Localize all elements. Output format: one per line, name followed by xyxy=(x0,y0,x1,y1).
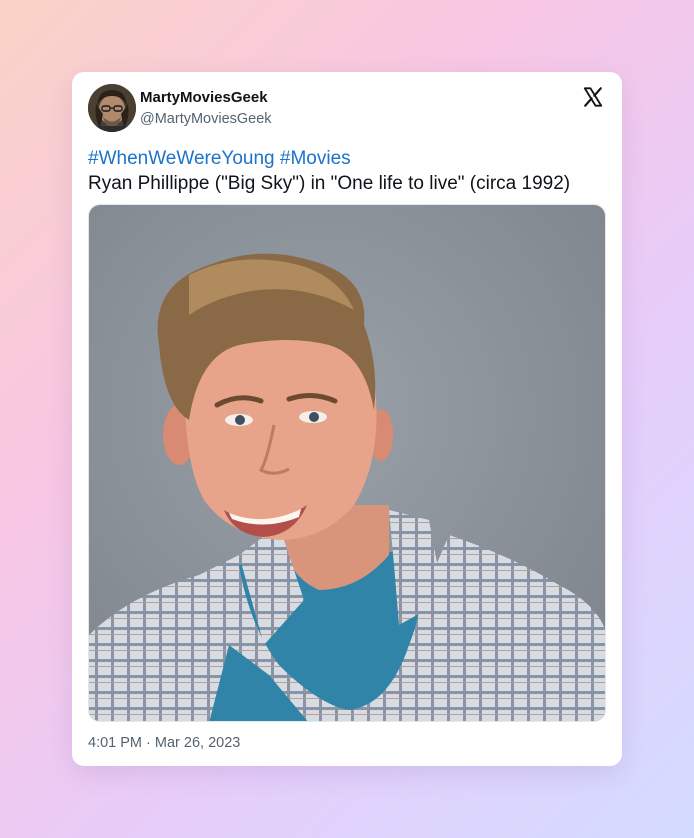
tweet-text: #WhenWeWereYoung #Movies Ryan Phillippe … xyxy=(88,146,608,196)
tweet-time: 4:01 PM xyxy=(88,735,142,751)
tweet-date: Mar 26, 2023 xyxy=(154,735,241,751)
tweet-body: Ryan Phillippe ("Big Sky") in "One life … xyxy=(88,173,571,194)
hashtag-link[interactable]: #WhenWeWereYoung xyxy=(88,148,275,169)
avatar[interactable] xyxy=(88,84,136,132)
display-name[interactable]: MartyMoviesGeek xyxy=(140,89,268,106)
timestamp-separator: · xyxy=(146,735,151,751)
tweet-card: MartyMoviesGeek @MartyMoviesGeek #WhenWe… xyxy=(72,72,622,766)
user-handle[interactable]: @MartyMoviesGeek xyxy=(140,111,272,127)
hashtag-link[interactable]: #Movies xyxy=(280,148,351,169)
tweet-photo[interactable] xyxy=(88,204,606,722)
x-logo-icon[interactable] xyxy=(582,86,604,108)
hashtag-line: #WhenWeWereYoung #Movies xyxy=(88,146,608,171)
avatar-image xyxy=(88,84,136,132)
portrait-photo xyxy=(89,205,605,721)
tweet-timestamp[interactable]: 4:01 PM · Mar 26, 2023 xyxy=(88,735,240,751)
